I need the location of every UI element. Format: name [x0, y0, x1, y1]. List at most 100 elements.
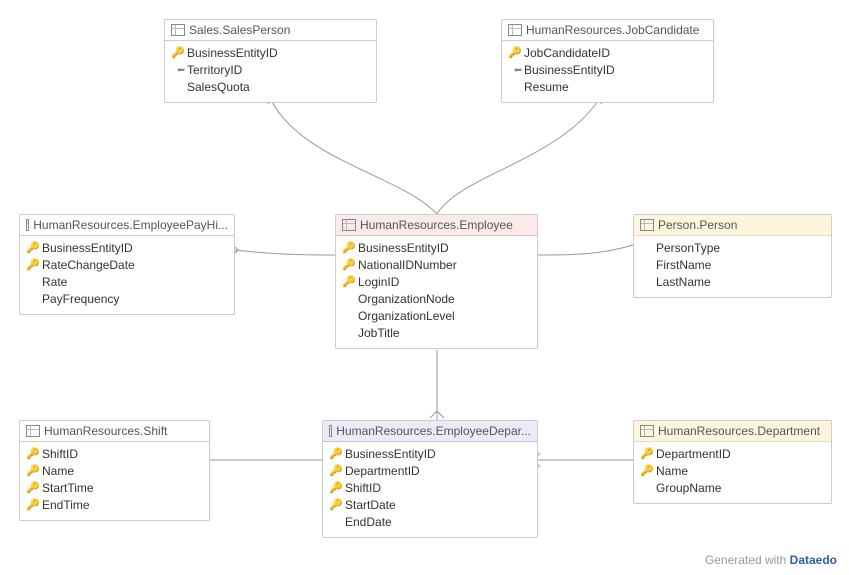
- primary-key-icon: 🔑: [329, 497, 343, 514]
- entity-hr-department[interactable]: HumanResources.Department 🔑DepartmentID🔑…: [633, 420, 832, 504]
- entity-body: 🔑BusinessEntityID🔑DepartmentID🔑ShiftID🔑S…: [323, 442, 537, 537]
- table-icon: [171, 24, 185, 36]
- column-row: 🔑JobCandidateID: [508, 45, 707, 62]
- unique-key-icon: 🔑: [26, 497, 40, 514]
- entity-name: HumanResources.Employee: [360, 218, 513, 232]
- entity-name: HumanResources.Department: [658, 424, 820, 438]
- entity-body: 🔑BusinessEntityID➥TerritoryIDSalesQuota: [165, 41, 376, 102]
- entity-hr-employee[interactable]: HumanResources.Employee 🔑BusinessEntityI…: [335, 214, 538, 349]
- entity-body: 🔑JobCandidateID➥BusinessEntityIDResume: [502, 41, 713, 102]
- column-row: 🔑DepartmentID: [329, 463, 531, 480]
- column-row: FirstName: [640, 257, 825, 274]
- column-row: 🔑LoginID: [342, 274, 531, 291]
- column-row: OrganizationLevel: [342, 308, 531, 325]
- column-row: 🔑DepartmentID: [640, 446, 825, 463]
- column-row: Resume: [508, 79, 707, 96]
- table-icon: [640, 219, 654, 231]
- primary-key-icon: 🔑: [342, 240, 356, 257]
- column-row: 🔑RateChangeDate: [26, 257, 228, 274]
- column-row: JobTitle: [342, 325, 531, 342]
- entity-header: Sales.SalesPerson: [165, 20, 376, 41]
- column-name: ShiftID: [42, 446, 78, 463]
- entity-name: HumanResources.EmployeePayHi...: [33, 218, 228, 232]
- column-row: GroupName: [640, 480, 825, 497]
- entity-hr-employeedepartmenthistory[interactable]: HumanResources.EmployeeDepar... 🔑Busines…: [322, 420, 538, 538]
- column-name: BusinessEntityID: [42, 240, 133, 257]
- column-name: BusinessEntityID: [524, 62, 615, 79]
- brand-link[interactable]: Dataedo: [790, 553, 837, 567]
- column-name: BusinessEntityID: [358, 240, 449, 257]
- column-row: ➥BusinessEntityID: [508, 62, 707, 79]
- column-row: 🔑BusinessEntityID: [342, 240, 531, 257]
- unique-key-icon: 🔑: [342, 257, 356, 274]
- foreign-key-icon: ➥: [508, 62, 522, 79]
- entity-name: HumanResources.JobCandidate: [526, 23, 699, 37]
- table-icon: [640, 425, 654, 437]
- table-icon: [342, 219, 356, 231]
- table-icon: [508, 24, 522, 36]
- column-row: 🔑EndTime: [26, 497, 203, 514]
- column-name: Resume: [524, 79, 569, 96]
- entity-body: PersonTypeFirstNameLastName: [634, 236, 831, 297]
- column-row: EndDate: [329, 514, 531, 531]
- unique-key-icon: 🔑: [26, 480, 40, 497]
- column-row: 🔑Name: [640, 463, 825, 480]
- entity-body: 🔑BusinessEntityID🔑RateChangeDateRatePayF…: [20, 236, 234, 314]
- column-name: NationalIDNumber: [358, 257, 457, 274]
- column-row: 🔑ShiftID: [329, 480, 531, 497]
- column-name: EndTime: [42, 497, 90, 514]
- column-row: 🔑Name: [26, 463, 203, 480]
- entity-hr-shift[interactable]: HumanResources.Shift 🔑ShiftID🔑Name🔑Start…: [19, 420, 210, 521]
- primary-key-icon: 🔑: [640, 446, 654, 463]
- entity-person-person[interactable]: Person.Person PersonTypeFirstNameLastNam…: [633, 214, 832, 298]
- primary-key-icon: 🔑: [329, 463, 343, 480]
- column-name: FirstName: [656, 257, 711, 274]
- unique-key-icon: 🔑: [342, 274, 356, 291]
- foreign-key-icon: ➥: [171, 62, 185, 79]
- entity-body: 🔑DepartmentID🔑NameGroupName: [634, 442, 831, 503]
- column-row: 🔑BusinessEntityID: [26, 240, 228, 257]
- column-name: PersonType: [656, 240, 720, 257]
- column-row: 🔑BusinessEntityID: [171, 45, 370, 62]
- column-row: ➥TerritoryID: [171, 62, 370, 79]
- column-row: 🔑BusinessEntityID: [329, 446, 531, 463]
- primary-key-icon: 🔑: [508, 45, 522, 62]
- table-icon: [329, 425, 332, 437]
- column-name: RateChangeDate: [42, 257, 135, 274]
- primary-key-icon: 🔑: [26, 446, 40, 463]
- column-name: EndDate: [345, 514, 392, 531]
- column-row: Rate: [26, 274, 228, 291]
- entity-name: Person.Person: [658, 218, 737, 232]
- entity-hr-employeepayhistory[interactable]: HumanResources.EmployeePayHi... 🔑Busines…: [19, 214, 235, 315]
- entity-hr-jobcandidate[interactable]: HumanResources.JobCandidate 🔑JobCandidat…: [501, 19, 714, 103]
- entity-header: HumanResources.EmployeeDepar...: [323, 421, 537, 442]
- column-row: 🔑ShiftID: [26, 446, 203, 463]
- column-row: SalesQuota: [171, 79, 370, 96]
- column-row: PayFrequency: [26, 291, 228, 308]
- column-row: LastName: [640, 274, 825, 291]
- unique-key-icon: 🔑: [26, 463, 40, 480]
- column-name: JobCandidateID: [524, 45, 610, 62]
- column-row: 🔑NationalIDNumber: [342, 257, 531, 274]
- entity-header: HumanResources.Employee: [336, 215, 537, 236]
- column-name: BusinessEntityID: [345, 446, 436, 463]
- column-name: ShiftID: [345, 480, 381, 497]
- column-name: LoginID: [358, 274, 399, 291]
- entity-header: Person.Person: [634, 215, 831, 236]
- entity-body: 🔑BusinessEntityID🔑NationalIDNumber🔑Login…: [336, 236, 537, 348]
- entity-sales-salesperson[interactable]: Sales.SalesPerson 🔑BusinessEntityID➥Terr…: [164, 19, 377, 103]
- table-icon: [26, 219, 29, 231]
- column-name: LastName: [656, 274, 711, 291]
- column-row: PersonType: [640, 240, 825, 257]
- column-name: TerritoryID: [187, 62, 242, 79]
- column-name: StartTime: [42, 480, 94, 497]
- column-name: OrganizationLevel: [358, 308, 455, 325]
- column-row: 🔑StartTime: [26, 480, 203, 497]
- entity-name: Sales.SalesPerson: [189, 23, 290, 37]
- column-name: PayFrequency: [42, 291, 119, 308]
- table-icon: [26, 425, 40, 437]
- primary-key-icon: 🔑: [171, 45, 185, 62]
- column-name: StartDate: [345, 497, 396, 514]
- primary-key-icon: 🔑: [26, 240, 40, 257]
- footer-generated-with: Generated with Dataedo: [705, 553, 837, 567]
